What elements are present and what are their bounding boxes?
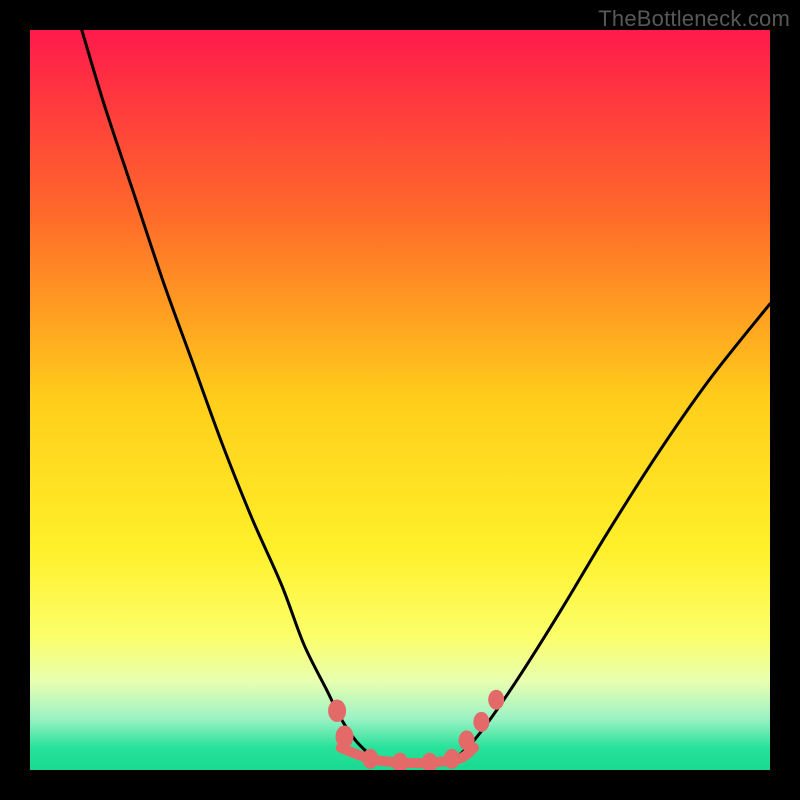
bottleneck-chart — [30, 30, 770, 770]
marker-dot — [336, 725, 354, 748]
marker-dot — [488, 690, 504, 710]
marker-dot — [473, 712, 489, 732]
watermark-text: TheBottleneck.com — [598, 6, 790, 32]
marker-dot — [444, 749, 460, 769]
marker-dot — [459, 730, 475, 750]
marker-dot — [362, 749, 378, 769]
chart-frame — [30, 30, 770, 770]
marker-dot — [328, 700, 346, 723]
gradient-bg — [30, 30, 770, 770]
